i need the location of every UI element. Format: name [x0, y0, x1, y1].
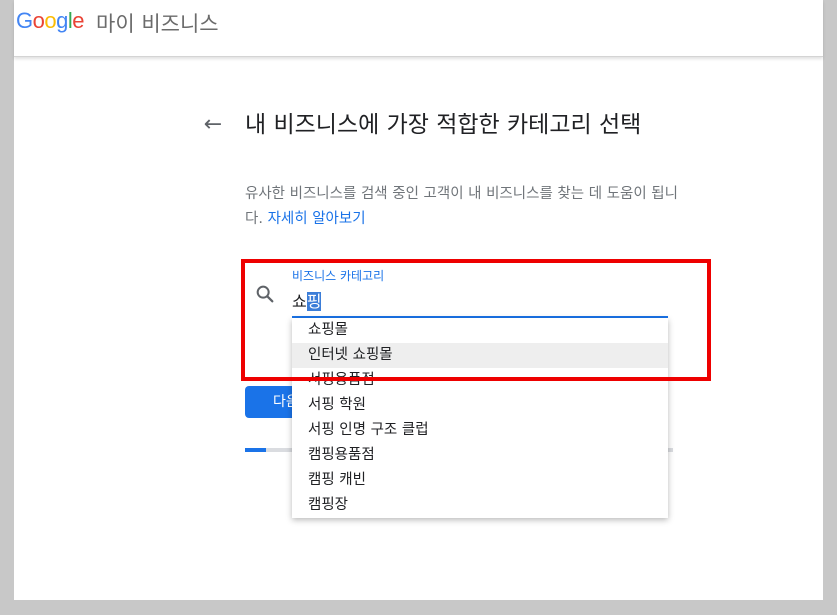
back-arrow-icon[interactable]: ←: [200, 112, 226, 138]
logo-letter: g: [56, 8, 68, 33]
search-icon: [256, 285, 274, 303]
dropdown-item[interactable]: 캠핑장: [292, 493, 668, 518]
logo-letter: o: [44, 8, 57, 33]
dropdown-item[interactable]: 인터넷 쇼핑몰: [292, 343, 668, 368]
category-field-label: 비즈니스 카테고리: [292, 269, 385, 283]
dropdown-item[interactable]: 쇼핑몰: [292, 318, 668, 343]
progress-fill: [245, 448, 267, 452]
dropdown-item[interactable]: 서핑 인명 구조 클럽: [292, 418, 668, 443]
category-search-input[interactable]: 쇼핑: [292, 288, 668, 318]
learn-more-link[interactable]: 자세히 알아보기: [268, 211, 366, 227]
dropdown-item[interactable]: 캠핑용품점: [292, 443, 668, 468]
input-typed-text: 쇼: [292, 292, 307, 311]
dropdown-item[interactable]: 서핑용품점: [292, 368, 668, 393]
google-logo[interactable]: Google: [16, 8, 85, 34]
input-selected-text: 핑: [306, 292, 322, 311]
top-bar: Google 마이 비즈니스: [14, 0, 823, 57]
product-name: 마이 비즈니스: [96, 12, 219, 36]
logo-letter: o: [32, 8, 45, 33]
page-subtitle: 유사한 비즈니스를 검색 중인 고객이 내 비즈니스를 찾는 데 도움이 됩니다…: [245, 182, 685, 232]
logo-letter: e: [72, 8, 85, 33]
category-suggestions-dropdown: 쇼핑몰 인터넷 쇼핑몰 서핑용품점 서핑 학원 서핑 인명 구조 클럽 캠핑용품점 캠핑 캐…: [292, 318, 668, 518]
logo-letter: G: [16, 8, 33, 33]
dropdown-item[interactable]: 캠핑 캐빈: [292, 468, 668, 493]
page-title: 내 비즈니스에 가장 적합한 카테고리 선택: [245, 112, 642, 138]
dropdown-item[interactable]: 서핑 학원: [292, 393, 668, 418]
